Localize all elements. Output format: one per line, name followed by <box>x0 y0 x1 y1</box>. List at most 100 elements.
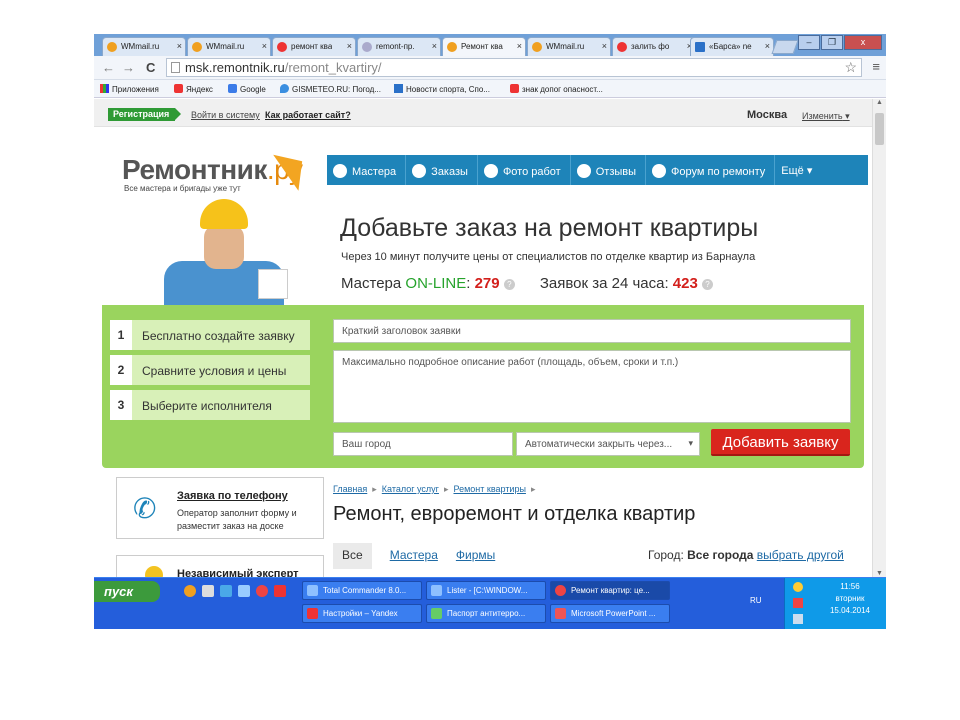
nav-masters[interactable]: Мастера <box>327 155 407 185</box>
browser-tab-active[interactable]: Ремонт ква × <box>442 37 526 57</box>
nav-photos[interactable]: Фото работ <box>478 155 571 185</box>
maximize-button[interactable]: ❐ <box>821 35 843 50</box>
browser-window: WMmail.ru × WMmail.ru × ремонт ква × remont… <box>94 34 886 629</box>
breadcrumb: Главная ▸ Каталог услуг ▸ Ремонт квартиры ▸ <box>333 484 540 495</box>
step-1: 1 Бесплатно создайте заявку <box>110 320 310 350</box>
tab-masters[interactable]: Мастера <box>390 548 438 562</box>
help-icon[interactable]: ? <box>503 279 515 290</box>
hero-title: Добавьте заказ на ремонт квартиры <box>340 214 759 242</box>
bookmark-gismeteo[interactable]: GISMETEO.RU: Погод... <box>280 84 381 94</box>
phone-request-desc: Оператор заполнит форму и разместит зака… <box>177 508 297 531</box>
yandex-icon[interactable] <box>274 585 286 597</box>
nav-forum[interactable]: Форум по ремонту <box>646 155 776 185</box>
choose-city-link[interactable]: выбрать другой <box>757 548 844 562</box>
site-top-strip: Регистрация Войти в систему Как работает… <box>94 99 872 127</box>
bookmark-sport[interactable]: Новости спорта, Спо... <box>394 84 490 94</box>
forward-arrow-icon[interactable]: → <box>122 60 135 75</box>
new-tab-button[interactable] <box>771 40 799 54</box>
system-tray: 11:56 вторник 15.04.2014 <box>784 578 886 629</box>
scroll-down-icon[interactable]: ▼ <box>876 570 883 577</box>
reload-icon[interactable]: C <box>146 60 155 75</box>
autoclose-select[interactable]: Автоматически закрыть через... <box>516 432 700 456</box>
help-icon[interactable]: ? <box>702 279 713 290</box>
bookmark-star-icon[interactable]: ☆ <box>844 59 857 76</box>
browser-tab[interactable]: залить фо× <box>612 37 696 56</box>
taskbar-window[interactable]: Паспорт антитерро... <box>426 604 546 623</box>
web-page: Регистрация Войти в систему Как работает… <box>94 99 872 577</box>
browser-tab[interactable]: WMmail.ru × <box>527 37 611 56</box>
phone-request-title[interactable]: Заявка по телефону <box>177 490 288 502</box>
browser-tab[interactable]: «Барса» ne × <box>690 37 774 56</box>
register-button[interactable]: Регистрация <box>108 108 182 121</box>
phone-request-card[interactable]: ✆ Заявка по телефону Оператор заполнит ф… <box>116 477 324 539</box>
browser-tab[interactable]: remont-пр. × <box>357 37 441 56</box>
close-tab-icon[interactable]: × <box>765 41 770 51</box>
close-tab-icon[interactable]: × <box>432 41 437 51</box>
quicklaunch-icon[interactable] <box>184 585 196 597</box>
quicklaunch-icon[interactable] <box>220 585 232 597</box>
browser-tab[interactable]: ремонт ква × <box>272 37 356 56</box>
browser-tab[interactable]: WMmail.ru × <box>187 37 271 56</box>
minimize-button[interactable]: – <box>798 35 820 50</box>
close-tab-icon[interactable]: × <box>602 41 607 51</box>
request-description-textarea[interactable]: Максимально подробное описание работ (пл… <box>333 350 851 423</box>
nav-reviews[interactable]: Отзывы <box>571 155 647 185</box>
google-icon <box>228 84 237 93</box>
tab-all[interactable]: Все <box>333 543 372 569</box>
close-tab-icon[interactable]: × <box>347 41 352 51</box>
clock[interactable]: 11:56 вторник 15.04.2014 <box>819 581 881 617</box>
scroll-up-icon[interactable]: ▲ <box>876 99 883 106</box>
worker-illustration <box>154 199 288 317</box>
bookmark-yandex[interactable]: Яндекс <box>174 84 213 94</box>
masters-icon <box>333 164 347 178</box>
start-button[interactable]: пуск <box>94 581 160 602</box>
tab-firms[interactable]: Фирмы <box>456 548 495 562</box>
close-tab-icon[interactable]: × <box>262 41 267 51</box>
page-scrollbar[interactable]: ▲ ▼ <box>872 99 886 577</box>
yandex-icon <box>307 608 318 619</box>
bookmark-sign[interactable]: знак допог опасност... <box>510 84 603 94</box>
quicklaunch-icon[interactable] <box>238 585 250 597</box>
breadcrumb-separator: ▸ <box>530 484 536 494</box>
breadcrumb-repair[interactable]: Ремонт квартиры <box>453 484 525 494</box>
favicon-icon <box>532 42 542 52</box>
breadcrumb-catalog[interactable]: Каталог услуг <box>382 484 439 494</box>
login-link[interactable]: Войти в систему <box>191 110 260 120</box>
close-tab-icon[interactable]: × <box>177 41 182 51</box>
close-tab-icon[interactable]: × <box>517 41 522 51</box>
tray-icon[interactable] <box>793 614 803 624</box>
how-it-works-link[interactable]: Как работает сайт? <box>265 110 351 120</box>
add-request-button[interactable]: Добавить заявку <box>711 429 850 456</box>
scroll-thumb[interactable] <box>875 113 884 145</box>
taskbar-window[interactable]: Total Commander 8.0... <box>302 581 422 600</box>
taskbar-window[interactable]: Microsoft PowerPoint ... <box>550 604 670 623</box>
hamburger-menu-icon[interactable]: ≡ <box>872 59 880 74</box>
address-toolbar: ← → C msk.remontnik.ru/remont_kvartiry/ … <box>94 56 886 80</box>
close-window-button[interactable]: x <box>844 35 882 50</box>
nav-more[interactable]: Ещё ▾ <box>775 155 821 185</box>
tray-icon[interactable] <box>793 598 803 608</box>
url-input[interactable]: msk.remontnik.ru/remont_kvartiry/ ☆ <box>166 58 862 77</box>
quicklaunch-icon[interactable] <box>202 585 214 597</box>
language-indicator[interactable]: RU <box>750 596 762 605</box>
back-arrow-icon[interactable]: ← <box>102 60 115 75</box>
expert-title[interactable]: Независимый эксперт <box>177 568 299 577</box>
browser-tab[interactable]: WMmail.ru × <box>102 37 186 56</box>
bookmark-apps[interactable]: Приложения <box>100 84 159 94</box>
chrome-icon[interactable] <box>256 585 268 597</box>
city-input[interactable]: Ваш город <box>333 432 513 456</box>
taskbar-window[interactable]: Lister - [C:\WINDOW... <box>426 581 546 600</box>
change-city-link[interactable]: Изменить ▾ <box>802 111 850 122</box>
bookmark-google[interactable]: Google <box>228 84 266 94</box>
camera-icon <box>483 164 498 178</box>
tray-icon[interactable] <box>793 582 803 592</box>
requests-count: 423 <box>672 275 698 292</box>
taskbar-window[interactable]: Настройки – Yandex <box>302 604 422 623</box>
worker-sign <box>258 269 288 299</box>
bulb-icon <box>145 566 163 577</box>
taskbar-window-active[interactable]: Ремонт квартир: це... <box>550 581 670 600</box>
nav-orders[interactable]: Заказы <box>406 155 478 185</box>
expert-card[interactable]: Независимый эксперт <box>116 555 324 577</box>
request-title-input[interactable]: Краткий заголовок заявки <box>333 319 851 343</box>
breadcrumb-home[interactable]: Главная <box>333 484 367 494</box>
